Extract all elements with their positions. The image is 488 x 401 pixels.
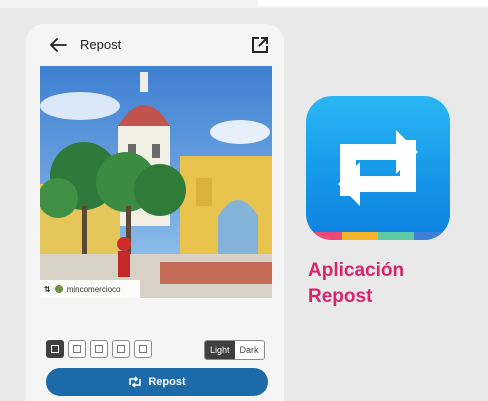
icon-color-stripe (306, 232, 450, 240)
arrow-left-icon[interactable] (48, 36, 68, 54)
app-title: Repost (80, 37, 122, 52)
promo-caption-line1: Aplicación (308, 260, 405, 281)
watermark-top-right-button[interactable] (112, 340, 130, 358)
open-external-icon[interactable] (251, 36, 269, 54)
app-bar: Repost (26, 24, 284, 66)
promo-caption-line2: Repost (308, 286, 373, 307)
layout-controls: Light Dark (26, 336, 284, 364)
post-photo: ⇅ mincomercioco (40, 66, 272, 298)
repost-button-label: Repost (148, 376, 186, 388)
promo-caption: Aplicación Repost (308, 258, 404, 310)
repost-mini-icon: ⇅ (44, 284, 51, 294)
top-bar (258, 0, 488, 6)
watermark-username: mincomercioco (66, 284, 121, 294)
repost-app-icon (306, 96, 450, 240)
repost-arrows-icon (338, 130, 418, 206)
top-band (0, 0, 488, 8)
theme-dark-button[interactable]: Dark (234, 341, 264, 359)
photo-watermark: ⇅ mincomercioco (40, 280, 140, 298)
phone-screen: Repost ⇅ mincomercioco Light Dark Repost (26, 24, 284, 401)
avatar (54, 285, 63, 293)
watermark-top-left-button[interactable] (90, 340, 108, 358)
theme-light-button[interactable]: Light (205, 341, 235, 359)
watermark-position-selector (46, 340, 152, 358)
repost-button[interactable]: Repost (46, 368, 268, 396)
no-watermark-button[interactable] (134, 340, 152, 358)
watermark-bottom-right-button[interactable] (68, 340, 86, 358)
repost-icon (129, 376, 142, 388)
theme-toggle: Light Dark (204, 340, 265, 360)
watermark-bottom-left-button[interactable] (46, 340, 64, 358)
